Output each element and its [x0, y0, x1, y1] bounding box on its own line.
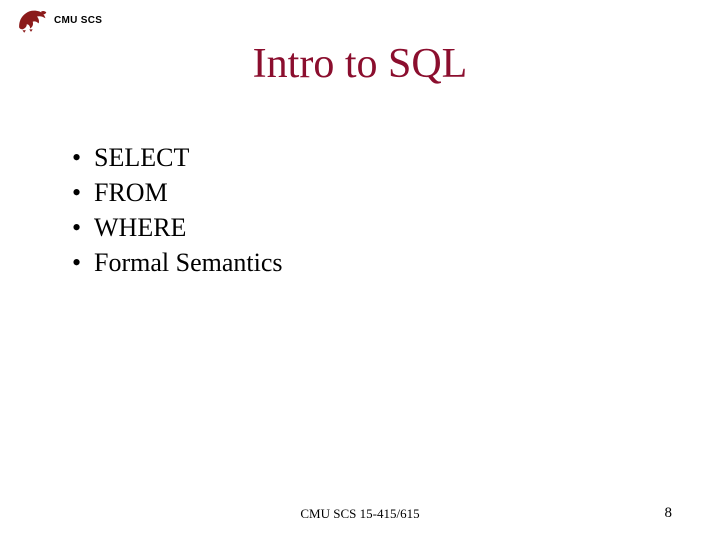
slide: CMU SCS Intro to SQL •SELECT •FROM •WHER…	[0, 0, 720, 540]
bullet-text: WHERE	[94, 210, 186, 245]
bullet-icon: •	[72, 175, 94, 210]
bullet-text: Formal Semantics	[94, 245, 282, 280]
footer-course-label: CMU SCS 15-415/615	[0, 506, 720, 522]
page-number: 8	[665, 505, 673, 522]
bullet-icon: •	[72, 245, 94, 280]
slide-header: CMU SCS	[14, 6, 102, 34]
list-item: •Formal Semantics	[72, 245, 282, 280]
list-item: •SELECT	[72, 140, 282, 175]
list-item: •FROM	[72, 175, 282, 210]
bullet-text: FROM	[94, 175, 168, 210]
bullet-list: •SELECT •FROM •WHERE •Formal Semantics	[72, 140, 282, 280]
list-item: •WHERE	[72, 210, 282, 245]
bullet-text: SELECT	[94, 140, 189, 175]
griffin-logo-icon	[14, 6, 48, 34]
bullet-icon: •	[72, 210, 94, 245]
bullet-icon: •	[72, 140, 94, 175]
header-org-label: CMU SCS	[54, 15, 102, 26]
slide-title: Intro to SQL	[0, 40, 720, 88]
